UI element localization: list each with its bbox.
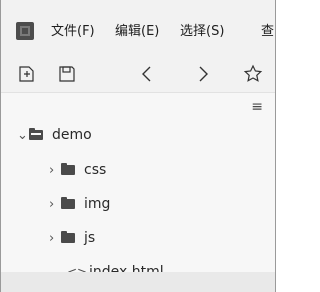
chevron-right-icon[interactable]: › [49,163,61,178]
forward-icon[interactable] [193,64,213,84]
chevron-right-icon[interactable]: › [49,197,61,212]
folder-icon [61,231,75,243]
tree-item-label: css [84,162,107,178]
chevron-right-icon[interactable]: › [49,231,61,246]
menu-bar: 文件(F) 编辑(E) 选择(S) 查 [1,0,275,52]
menu-edit[interactable]: 编辑(E) [115,20,159,39]
tree-item-label: js [84,230,96,246]
tree-item-img[interactable]: › img [49,193,110,215]
save-icon[interactable] [57,64,77,84]
tree-item-demo[interactable]: ⌄ demo [17,124,92,146]
status-strip [1,272,275,292]
folder-icon [61,163,75,175]
menu-find[interactable]: 查 [261,20,274,39]
tree-item-css[interactable]: › css [49,159,106,181]
menu-file[interactable]: 文件(F) [51,20,95,39]
project-explorer: ≡ ⌄ demo › css › img › js <> index.html [1,93,275,280]
folder-icon [61,197,75,209]
back-icon[interactable] [137,64,157,84]
explorer-menu-icon[interactable]: ≡ [251,99,263,115]
menu-select[interactable]: 选择(S) [180,20,224,39]
tree-item-label: img [84,196,111,212]
tree-item-js[interactable]: › js [49,227,95,249]
toolbar [1,52,275,93]
folder-open-icon [29,128,43,140]
new-file-icon[interactable] [17,64,37,84]
chevron-down-icon[interactable]: ⌄ [17,128,29,143]
app-logo-icon [16,22,34,40]
tree-item-label: demo [52,127,92,143]
bookmark-star-icon[interactable] [243,64,263,84]
